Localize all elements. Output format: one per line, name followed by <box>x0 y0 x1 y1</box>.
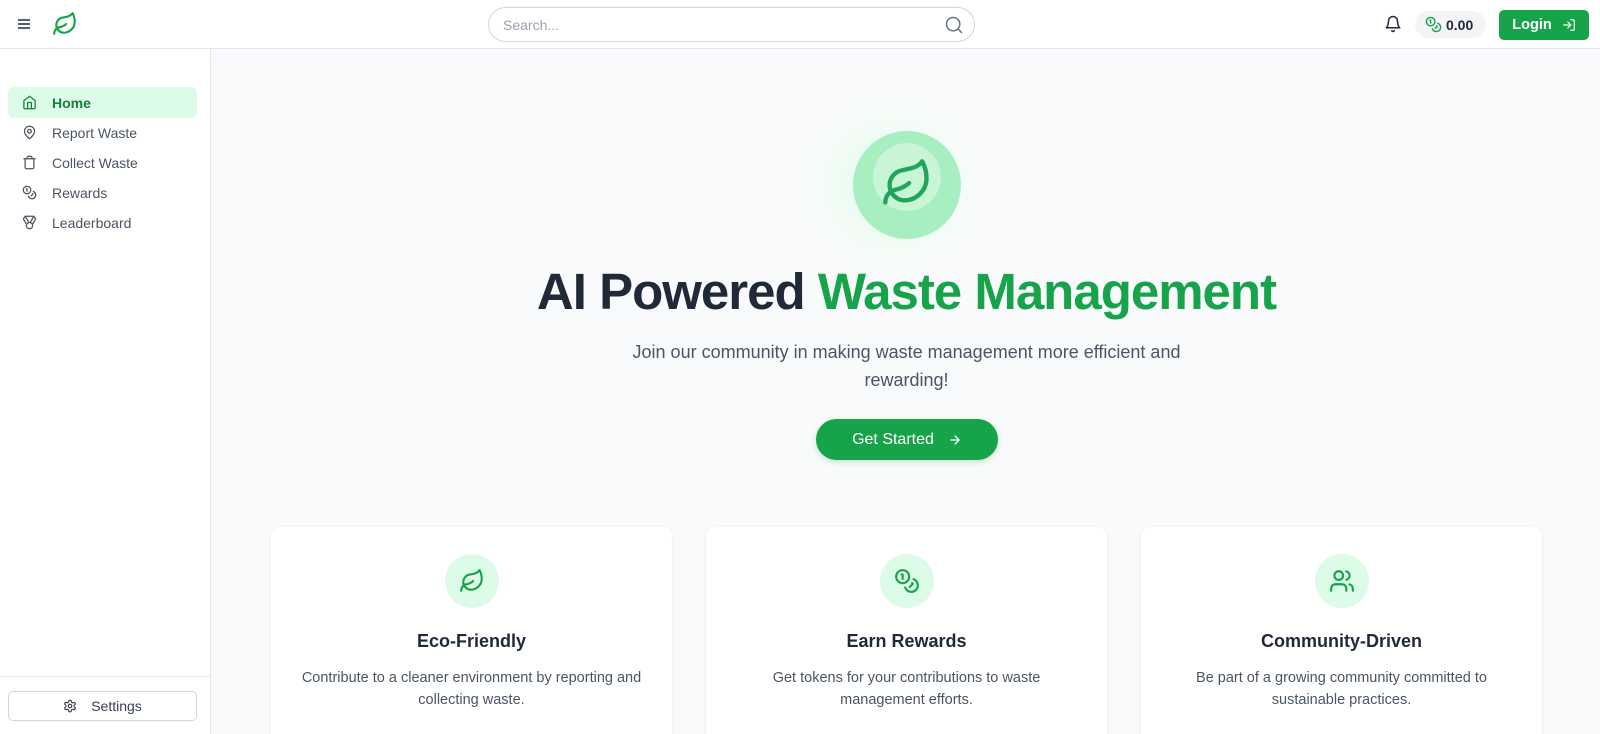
settings-button[interactable]: Settings <box>8 691 197 721</box>
token-balance: 0.00 <box>1415 11 1486 38</box>
sidebar-item-label: Leaderboard <box>52 214 132 231</box>
sidebar-item-leaderboard[interactable]: Leaderboard <box>8 207 197 238</box>
login-button[interactable]: Login <box>1499 10 1589 40</box>
sidebar-item-label: Report Waste <box>52 124 138 141</box>
sidebar-item-label: Rewards <box>52 184 108 201</box>
sidebar-footer: Settings <box>0 676 210 734</box>
feature-description: Contribute to a cleaner environment by r… <box>301 670 642 708</box>
feature-card-community-driven: Community-Driven Be part of a growing co… <box>1141 527 1542 734</box>
get-started-button[interactable]: Get Started <box>816 419 998 460</box>
feature-card-eco-friendly: Eco-Friendly Contribute to a cleaner env… <box>271 527 672 734</box>
search-input[interactable] <box>503 8 923 41</box>
search-icon[interactable] <box>944 15 964 35</box>
leaf-logo-icon[interactable] <box>52 11 78 37</box>
feature-title: Eco-Friendly <box>416 631 527 651</box>
sidebar-item-collect-waste[interactable]: Collect Waste <box>8 147 197 178</box>
get-started-label: Get Started <box>852 430 934 448</box>
feature-icon-badge <box>880 554 934 608</box>
sidebar-item-home[interactable]: Home <box>8 87 197 118</box>
feature-icon-badge <box>1315 554 1369 608</box>
medal-icon <box>22 215 37 230</box>
leaf-icon <box>460 569 483 592</box>
sidebar: Home Report Waste Collect Waste Rewards … <box>0 49 211 734</box>
users-icon <box>1330 570 1354 592</box>
log-in-icon <box>1562 19 1575 31</box>
feature-description: Get tokens for your contributions to was… <box>772 670 1041 708</box>
title-dark: AI Powered <box>536 263 806 320</box>
feature-description: Be part of a growing community committed… <box>1196 670 1487 708</box>
title-green: Waste Management <box>817 263 1277 320</box>
search-bar <box>488 7 975 42</box>
feature-card-earn-rewards: Earn Rewards Get tokens for your contrib… <box>706 527 1107 734</box>
bell-icon[interactable] <box>1384 15 1402 33</box>
feature-icon-badge <box>445 554 499 608</box>
sidebar-nav: Home Report Waste Collect Waste Rewards … <box>8 87 197 237</box>
trash-icon <box>23 155 36 170</box>
arrow-right-icon <box>950 434 960 445</box>
settings-label: Settings <box>91 698 142 714</box>
sidebar-item-label: Home <box>52 94 91 111</box>
sidebar-item-report-waste[interactable]: Report Waste <box>8 117 197 148</box>
feature-title: Community-Driven <box>1260 631 1422 651</box>
leaf-icon <box>883 159 929 205</box>
balance-value: 0.00 <box>1446 16 1474 33</box>
coins-icon <box>895 569 919 593</box>
feature-title: Earn Rewards <box>846 631 967 651</box>
sidebar-item-rewards[interactable]: Rewards <box>8 177 197 208</box>
gear-icon <box>64 699 77 713</box>
page-title: AI Powered Waste Management <box>300 262 1513 321</box>
coins-icon <box>1425 16 1442 33</box>
menu-icon[interactable] <box>14 14 34 34</box>
map-pin-icon <box>23 125 36 140</box>
login-label: Login <box>1512 17 1552 33</box>
coins-icon <box>22 185 37 200</box>
hero-badge <box>853 131 961 239</box>
top-header: 0.00 Login <box>0 0 1600 49</box>
home-icon <box>23 95 36 110</box>
sidebar-item-label: Collect Waste <box>52 154 138 171</box>
hero-subtitle: Join our community in making waste manag… <box>632 342 1181 390</box>
